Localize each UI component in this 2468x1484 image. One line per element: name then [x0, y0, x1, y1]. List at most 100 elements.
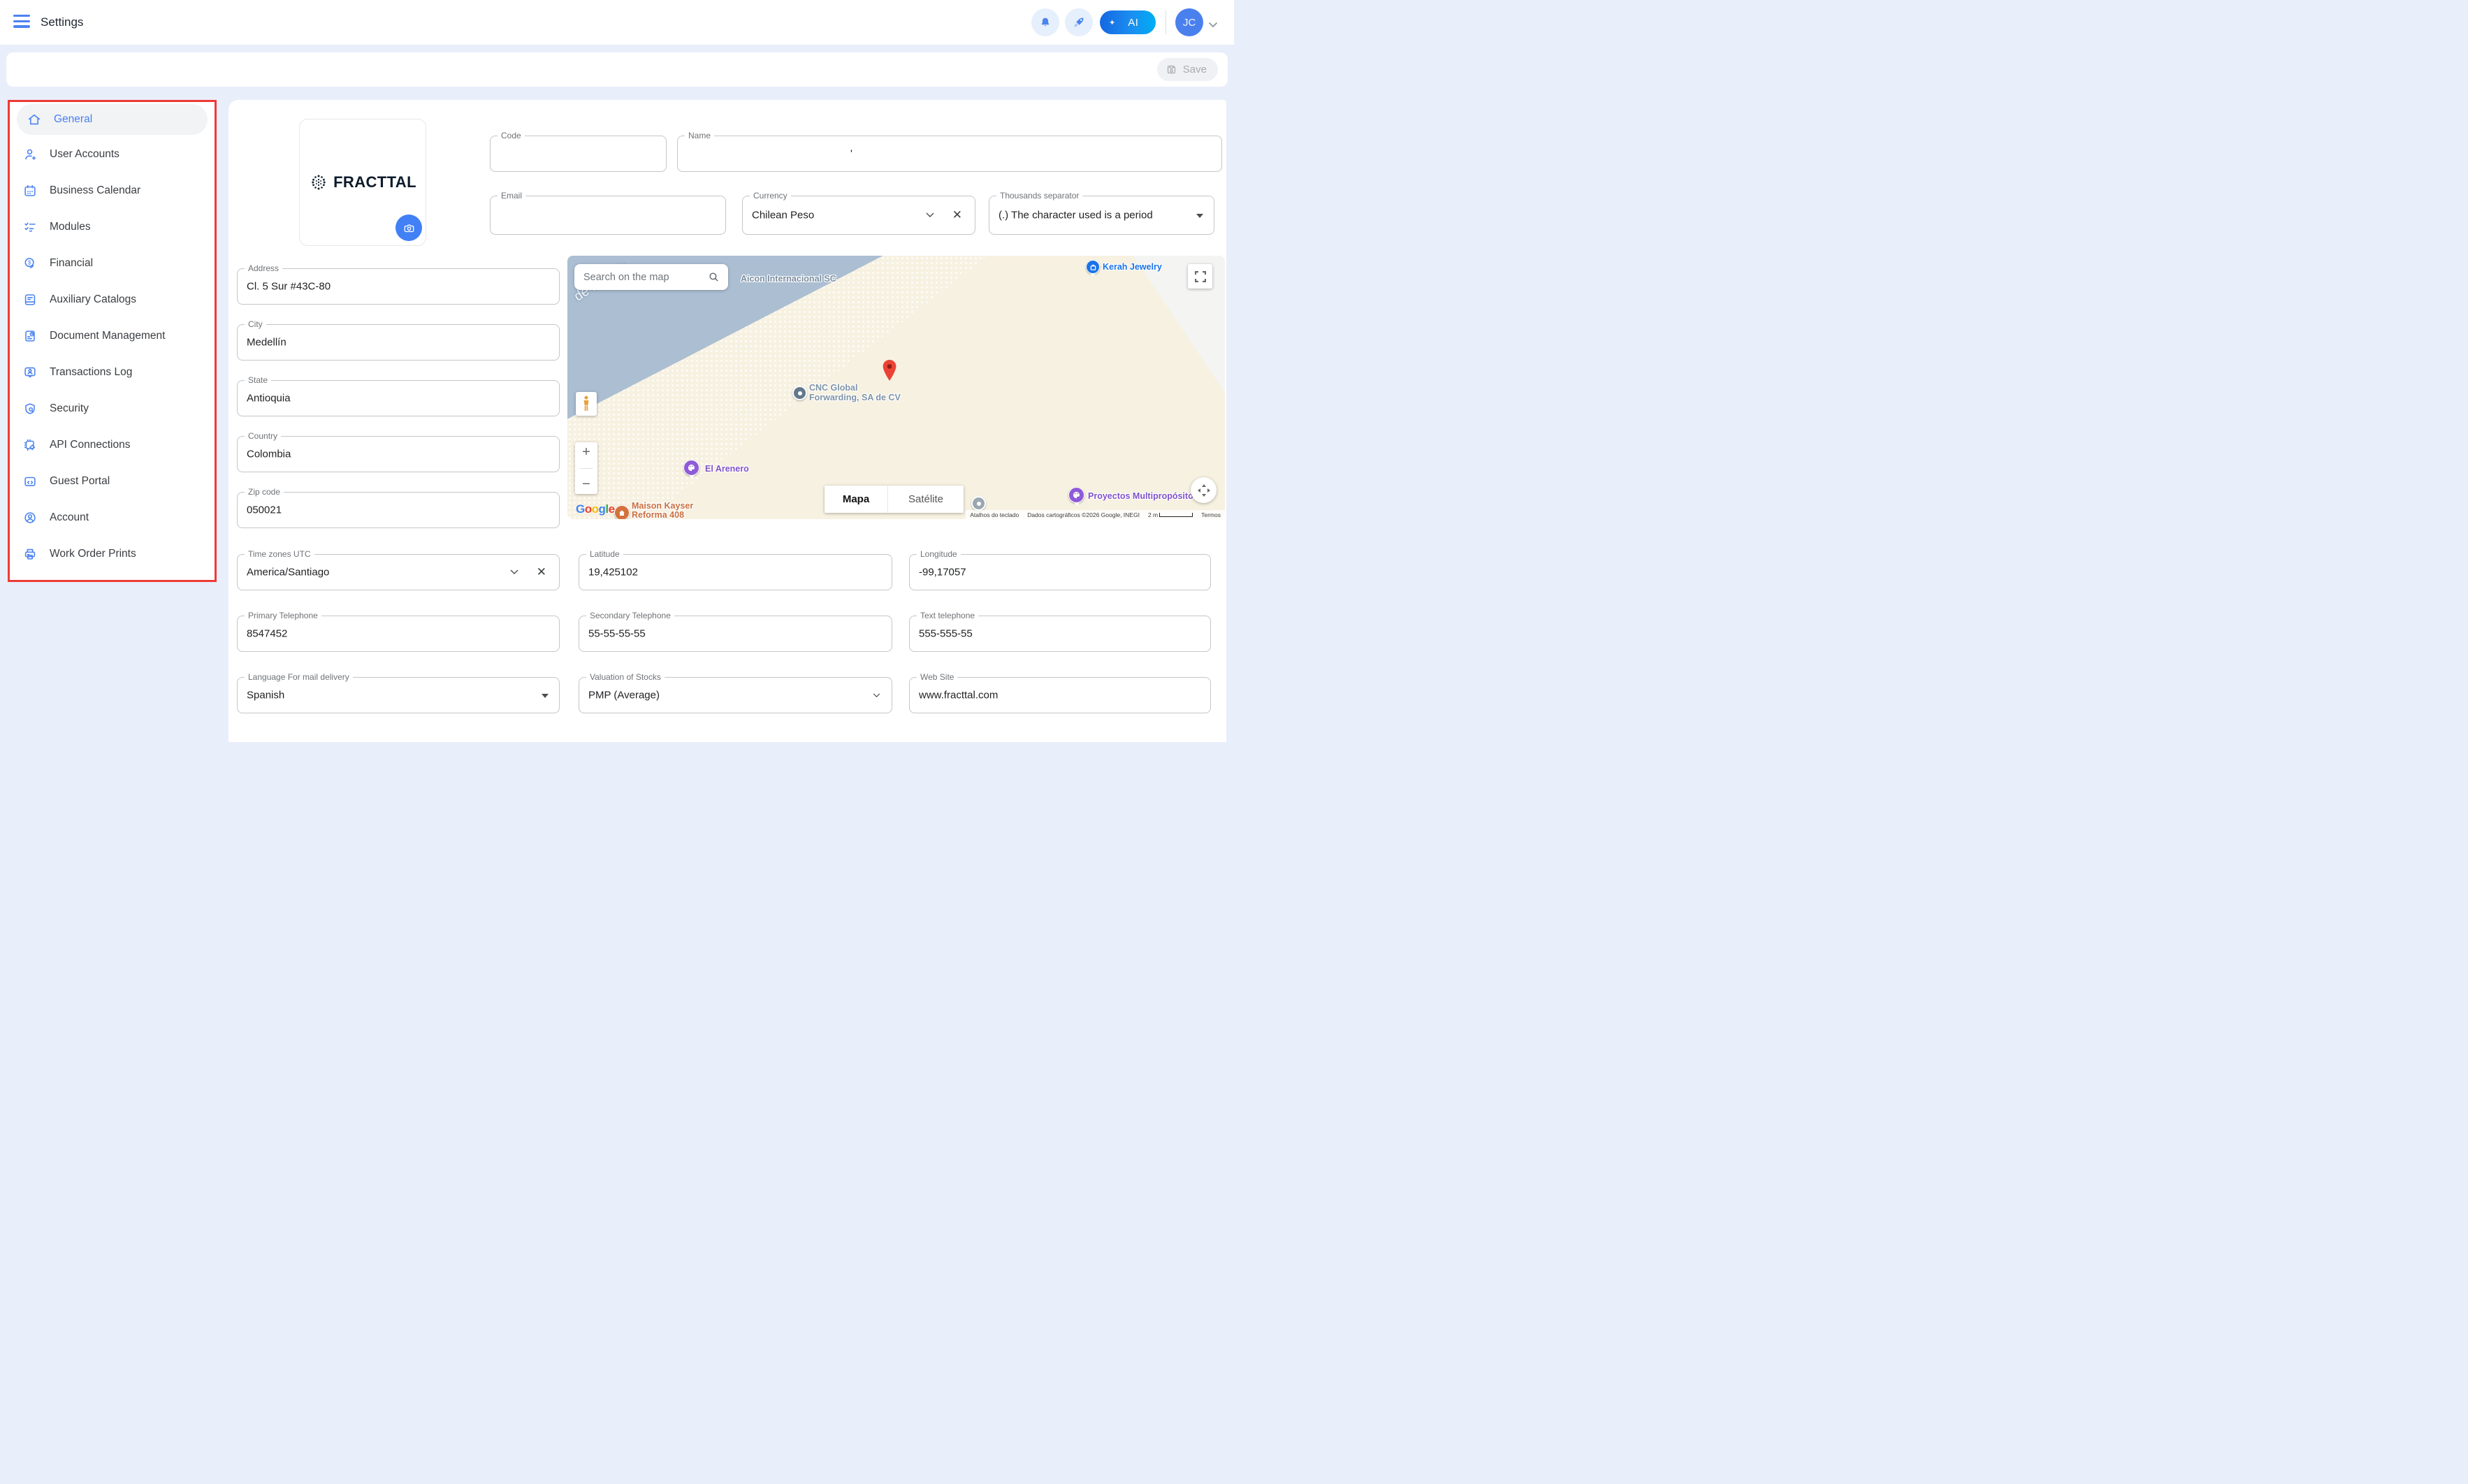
map-search-box[interactable]: Search on the map	[574, 264, 728, 290]
poi-pin-gray-icon[interactable]	[971, 496, 986, 511]
valuation-of-stocks-field[interactable]: Valuation of Stocks PMP (Average)	[579, 677, 892, 713]
timezone-field[interactable]: Time zones UTC America/Santiago ✕	[237, 554, 560, 590]
checklist-icon	[22, 219, 38, 235]
pegman-control[interactable]	[576, 392, 597, 416]
document-clock-icon	[22, 328, 38, 344]
sidebar-item-api-connections[interactable]: API Connections	[10, 427, 215, 463]
timezone-chevron-down-icon[interactable]	[510, 566, 518, 579]
satellite-view-button[interactable]: Satélite	[887, 486, 964, 513]
thousands-separator-field[interactable]: Thousands separator (.) The character us…	[989, 196, 1214, 235]
change-logo-button[interactable]	[395, 214, 422, 241]
pegman-icon	[582, 395, 590, 412]
settings-page: Settings ✦ AI JC Save	[0, 0, 1234, 742]
poi-label-kerah[interactable]: Kerah Jewelry	[1103, 262, 1162, 272]
map-search-placeholder: Search on the map	[583, 272, 708, 283]
account-icon	[22, 510, 38, 525]
sidebar-item-general[interactable]: General	[17, 104, 208, 135]
save-label: Save	[1183, 64, 1207, 75]
name-field[interactable]: Name '	[677, 136, 1222, 172]
map-data-text: Dados cartográficos ©2026 Google, INEGI	[1027, 511, 1140, 518]
poi-pin-proyectos-icon[interactable]	[1068, 487, 1084, 503]
settings-sidebar: General User Accounts Business Calendar …	[8, 100, 217, 582]
location-map[interactable]: de la Refo Search on the map Aicon Inter…	[567, 256, 1225, 519]
chip-gear-icon	[22, 437, 38, 453]
sidebar-item-business-calendar[interactable]: Business Calendar	[10, 173, 215, 209]
currency-field[interactable]: Currency Chilean Peso ✕	[742, 196, 975, 235]
map-pan-control[interactable]	[1191, 477, 1217, 503]
red-location-marker-icon[interactable]	[882, 359, 897, 381]
catalog-icon	[22, 292, 38, 307]
primary-telephone-field[interactable]: Primary Telephone 8547452	[237, 616, 560, 652]
email-field[interactable]: Email	[490, 196, 726, 235]
map-zoom-control: + −	[575, 442, 597, 494]
secondary-telephone-field[interactable]: Secondary Telephone 55-55-55-55	[579, 616, 892, 652]
keyboard-shortcuts-link[interactable]: Atalhos do teclado	[970, 511, 1019, 518]
fracttal-mark-icon	[309, 173, 328, 192]
poi-pin-maison-icon[interactable]	[614, 505, 630, 519]
save-button[interactable]: Save	[1157, 58, 1218, 81]
shield-icon	[22, 401, 38, 416]
poi-pin-cnc-icon[interactable]	[792, 386, 807, 400]
calendar-icon	[22, 183, 38, 198]
latitude-field[interactable]: Latitude 19,425102	[579, 554, 892, 590]
country-field[interactable]: Country Colombia	[237, 436, 560, 472]
user-avatar[interactable]: JC	[1175, 8, 1203, 36]
map-type-switcher: Mapa Satélite	[825, 486, 964, 513]
thousands-dropdown-icon[interactable]	[1196, 214, 1203, 218]
poi-label-cnc[interactable]: CNC Global Forwarding, SA de CV	[809, 383, 901, 402]
sidebar-item-financial[interactable]: $ Financial	[10, 245, 215, 282]
poi-label-proyectos[interactable]: Proyectos Multipropósito	[1088, 491, 1193, 501]
terms-link[interactable]: Termos	[1201, 511, 1221, 518]
web-site-field[interactable]: Web Site www.fracttal.com	[909, 677, 1211, 713]
map-scale: 2 m	[1148, 511, 1193, 518]
timezone-clear-icon[interactable]: ✕	[537, 565, 546, 579]
text-telephone-field[interactable]: Text telephone 555-555-55	[909, 616, 1211, 652]
sidebar-item-auxiliary-catalogs[interactable]: Auxiliary Catalogs	[10, 282, 215, 318]
language-field[interactable]: Language For mail delivery Spanish	[237, 677, 560, 713]
save-icon	[1166, 64, 1177, 75]
sidebar-item-transactions-log[interactable]: Transactions Log	[10, 354, 215, 391]
currency-chevron-down-icon[interactable]	[926, 209, 934, 221]
sidebar-item-security[interactable]: Security	[10, 391, 215, 427]
fullscreen-icon	[1195, 271, 1206, 282]
home-icon	[27, 112, 42, 127]
valuation-chevron-down-icon[interactable]	[873, 689, 880, 701]
address-field[interactable]: Address Cl. 5 Sur #43C-80	[237, 268, 560, 305]
pan-arrows-icon	[1197, 483, 1211, 497]
poi-pin-arenero-icon[interactable]	[683, 460, 699, 476]
printer-icon	[22, 546, 38, 562]
language-dropdown-icon[interactable]	[542, 694, 549, 698]
poi-label-maison[interactable]: Maison Kayser Reforma 408	[632, 502, 693, 519]
sidebar-item-document-management[interactable]: Document Management	[10, 318, 215, 354]
map-view-button[interactable]: Mapa	[825, 486, 887, 513]
sidebar-item-work-order-prints[interactable]: Work Order Prints	[10, 536, 215, 572]
avatar-chevron-down-icon[interactable]	[1209, 19, 1217, 31]
google-logo[interactable]: Google	[576, 502, 615, 516]
poi-label-aicon[interactable]: Aicon Internacional SC	[741, 274, 836, 284]
city-field[interactable]: City Medellín	[237, 324, 560, 361]
longitude-field[interactable]: Longitude -99,17057	[909, 554, 1211, 590]
rocket-button[interactable]	[1065, 8, 1093, 36]
rocket-icon	[1072, 15, 1086, 29]
ai-assistant-button[interactable]: ✦ AI	[1100, 10, 1156, 34]
portal-code-icon	[22, 474, 38, 489]
notifications-button[interactable]	[1031, 8, 1059, 36]
sidebar-item-account[interactable]: Account	[10, 500, 215, 536]
camera-icon	[402, 221, 416, 235]
zip-code-field[interactable]: Zip code 050021	[237, 492, 560, 528]
app-header: Settings ✦ AI JC	[0, 0, 1234, 45]
sidebar-item-user-accounts[interactable]: User Accounts	[10, 136, 215, 173]
poi-label-arenero[interactable]: El Arenero	[705, 464, 749, 474]
code-field[interactable]: Code	[490, 136, 667, 172]
currency-clear-icon[interactable]: ✕	[952, 208, 962, 222]
fullscreen-button[interactable]	[1188, 264, 1212, 289]
menu-icon[interactable]	[13, 15, 30, 30]
sidebar-item-guest-portal[interactable]: Guest Portal	[10, 463, 215, 500]
zoom-in-button[interactable]: +	[582, 445, 590, 459]
poi-pin-kerah-icon[interactable]	[1086, 260, 1100, 274]
bell-icon	[1038, 15, 1052, 29]
zoom-out-button[interactable]: −	[582, 477, 590, 491]
state-field[interactable]: State Antioquia	[237, 380, 560, 416]
sidebar-item-modules[interactable]: Modules	[10, 209, 215, 245]
coin-dollar-icon: $	[22, 256, 38, 271]
